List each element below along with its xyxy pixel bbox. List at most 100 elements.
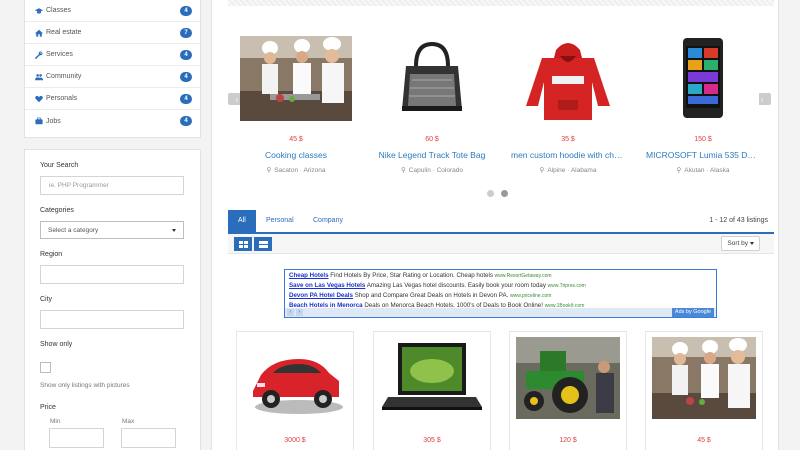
featured-location: ⚲ Sacaton · Arizona	[239, 166, 353, 175]
briefcase-icon	[34, 117, 43, 125]
tab-company[interactable]: Company	[303, 210, 353, 232]
red-car-photo	[243, 337, 347, 419]
ad-text: Shop and Compare Great Deals on Hotels i…	[352, 292, 511, 299]
category-list: Classes 4 Real estate 7 Services 4 Commu…	[24, 0, 201, 138]
pictures-checkbox[interactable]	[40, 362, 51, 373]
sidebar-item-jobs[interactable]: Jobs 4	[25, 110, 200, 132]
ad-row: Devon PA Hotel Deals Shop and Compare Gr…	[289, 291, 712, 301]
chevron-left-icon: ‹	[235, 94, 239, 104]
users-icon	[34, 73, 43, 81]
carousel-dot-active[interactable]	[501, 190, 508, 197]
list-view-button[interactable]	[254, 237, 272, 251]
map-pin-icon: ⚲	[539, 167, 545, 174]
listing-price: 3000 $	[284, 437, 306, 444]
tab-all[interactable]: All	[228, 210, 256, 232]
featured-location: ⚲ Akutan · Alaska	[646, 166, 760, 175]
price-max-label: Max	[122, 418, 135, 425]
main-content: ‹ › 45 $ Cooking classes ⚲ Sacaton · Ari…	[211, 0, 779, 450]
sidebar-item-label: Services	[46, 51, 73, 58]
featured-location-text: Alpine · Alabama	[547, 166, 597, 174]
ad-url[interactable]: www.priceline.com	[510, 293, 551, 299]
sidebar-item-real-estate[interactable]: Real estate 7	[25, 22, 200, 44]
featured-location: ⚲ Capulin · Colorado	[375, 166, 489, 175]
ad-link[interactable]: Save on Las Vegas Hotels	[289, 282, 365, 289]
cooking-class-photo	[240, 36, 352, 121]
price-min-input[interactable]	[49, 428, 104, 448]
featured-price: 60 $	[425, 136, 439, 143]
ad-text: Find Hotels By Price, Star Rating or Loc…	[328, 272, 495, 279]
sidebar-item-label: Classes	[46, 7, 71, 14]
grid-view-button[interactable]	[234, 237, 252, 251]
ad-link[interactable]: Devon PA Hotel Deals	[289, 292, 353, 299]
ad-url[interactable]: www.ResortGetaway.com	[495, 273, 552, 279]
sidebar-item-label: Real estate	[46, 29, 82, 36]
page: Classes 4 Real estate 7 Services 4 Commu…	[0, 0, 800, 450]
region-input[interactable]	[40, 265, 184, 284]
map-pin-icon: ⚲	[401, 167, 406, 174]
cooking-class-photo	[652, 337, 756, 419]
sidebar-item-classes[interactable]: Classes 4	[25, 0, 200, 22]
chevron-down-icon	[750, 242, 754, 245]
sidebar-item-label: Jobs	[46, 117, 61, 125]
listing-price: 120 $	[559, 437, 577, 444]
ad-prev-icon[interactable]: ‹	[287, 309, 294, 316]
list-view-icon	[258, 240, 268, 248]
category-select[interactable]: Select a category	[40, 221, 184, 239]
featured-location-text: Capulin · Colorado	[408, 166, 463, 174]
tab-personal[interactable]: Personal	[256, 210, 304, 232]
listing-tabs: All Personal Company 1 - 12 of 43 listin…	[228, 210, 774, 234]
sort-by-dropdown[interactable]: Sort by	[721, 236, 760, 251]
featured-title-link[interactable]: men custom hoodie with char...	[511, 150, 625, 160]
price-min-label: Min	[50, 418, 61, 425]
ads-by-google-badge[interactable]: Ads by Google	[671, 308, 714, 317]
lumia-phone-photo	[647, 36, 759, 121]
chevron-right-icon: ›	[760, 94, 764, 104]
listing-card[interactable]: 120 $	[509, 331, 627, 450]
count-badge: 4	[180, 71, 192, 82]
laptop-photo	[380, 337, 484, 419]
featured-location-text: Sacaton · Arizona	[274, 166, 326, 174]
sidebar-item-services[interactable]: Services 4	[25, 44, 200, 66]
show-only-label: Show only	[40, 341, 73, 348]
carousel-dot[interactable]	[487, 190, 494, 197]
price-max-input[interactable]	[121, 428, 176, 448]
listing-card[interactable]: 305 $	[373, 331, 491, 450]
ad-footer: ‹ › Ads by Google	[285, 308, 716, 317]
categories-label: Categories	[40, 207, 74, 214]
featured-carousel: ‹ › 45 $ Cooking classes ⚲ Sacaton · Ari…	[212, 0, 780, 200]
search-input[interactable]: ie. PHP Programmer	[40, 176, 184, 195]
featured-title-link[interactable]: Nike Legend Track Tote Bag	[375, 150, 489, 160]
featured-item[interactable]: 45 $ Cooking classes ⚲ Sacaton · Arizona	[239, 36, 353, 174]
wrench-icon	[34, 51, 43, 59]
chevron-down-icon	[172, 228, 176, 232]
listing-price: 305 $	[423, 437, 441, 444]
your-search-label: Your Search	[40, 162, 79, 169]
tractor-photo	[516, 337, 620, 419]
count-badge: 7	[180, 27, 192, 38]
featured-item[interactable]: 60 $ Nike Legend Track Tote Bag ⚲ Capulin…	[375, 36, 489, 174]
featured-title-link[interactable]: Cooking classes	[239, 150, 353, 160]
ad-text: Amazing Las Vegas hotel discounts. Easil…	[365, 282, 548, 289]
ad-url[interactable]: www.Tripres.com	[548, 283, 586, 289]
featured-item[interactable]: 35 $ men custom hoodie with char... ⚲ Alp…	[511, 36, 625, 174]
count-badge: 4	[180, 93, 192, 104]
sidebar-item-personals[interactable]: Personals 4	[25, 88, 200, 110]
listing-card[interactable]: 45 $	[645, 331, 763, 450]
tote-bag-photo	[376, 36, 488, 121]
listing-card[interactable]: 3000 $	[236, 331, 354, 450]
red-hoodie-photo	[512, 36, 624, 121]
grid-view-icon	[238, 240, 248, 248]
pictures-checkbox-label: Show only listings with pictures	[40, 382, 130, 389]
price-label: Price	[40, 404, 56, 411]
ad-link[interactable]: Cheap Hotels	[289, 272, 329, 279]
featured-price: 45 $	[289, 136, 303, 143]
sidebar-item-community[interactable]: Community 4	[25, 66, 200, 88]
listing-count: 1 - 12 of 43 listings	[709, 217, 768, 224]
ad-row: Save on Las Vegas Hotels Amazing Las Veg…	[289, 281, 712, 291]
featured-item[interactable]: 150 $ MICROSOFT Lumia 535 Dual S... ⚲Aku…	[646, 36, 760, 174]
featured-title-link[interactable]: MICROSOFT Lumia 535 Dual S...	[646, 150, 760, 160]
ad-next-icon[interactable]: ›	[296, 309, 303, 316]
city-input[interactable]	[40, 310, 184, 329]
ad-row: Cheap Hotels Find Hotels By Price, Star …	[289, 271, 712, 281]
category-select-value: Select a category	[48, 226, 99, 234]
